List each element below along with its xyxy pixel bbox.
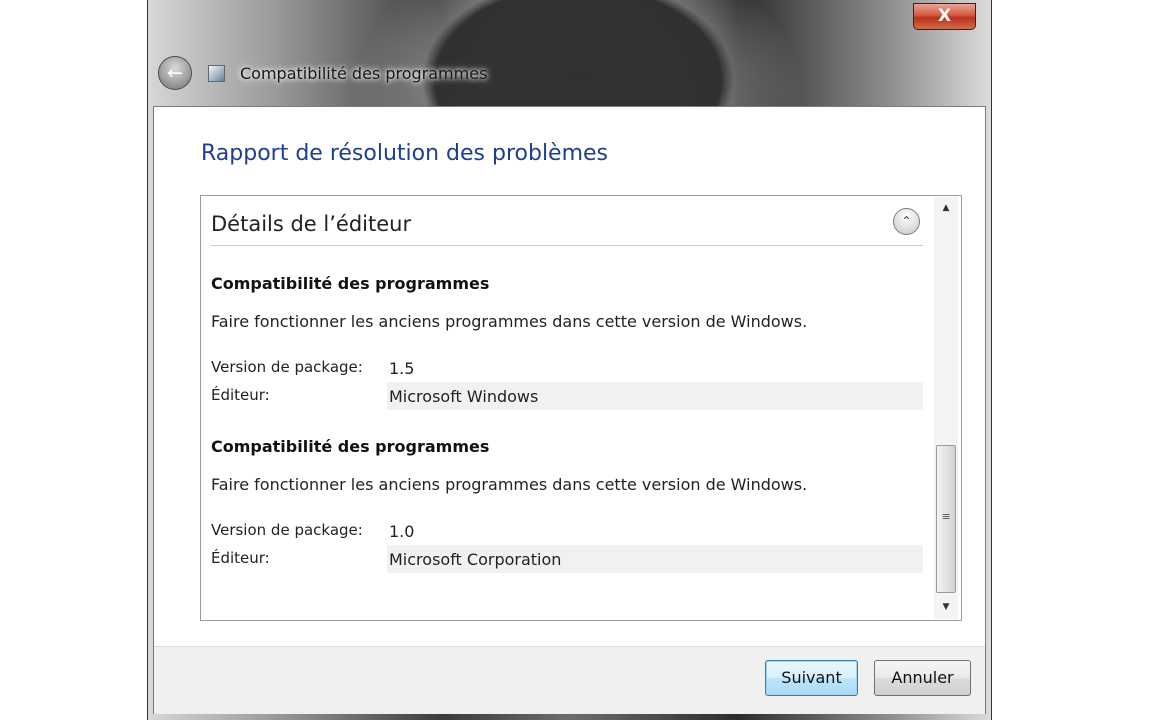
version-label: Version de package:: [211, 521, 363, 539]
page-heading: Rapport de résolution des problèmes: [201, 141, 609, 166]
version-value: 1.0: [389, 522, 415, 541]
window-title: Compatibilité des programmes: [240, 64, 488, 83]
publisher-label: Éditeur:: [211, 386, 270, 404]
collapse-section-button[interactable]: ⌃: [893, 208, 920, 235]
arrow-down-icon: ▼: [942, 602, 950, 612]
package-description: Faire fonctionner les anciens programmes…: [211, 312, 808, 331]
version-row: Version de package: 1.0: [211, 517, 923, 545]
version-value: 1.5: [389, 359, 415, 378]
scroll-down-button[interactable]: ▼: [934, 596, 958, 618]
close-button[interactable]: X: [913, 3, 976, 30]
publisher-row: Éditeur: Microsoft Corporation: [211, 545, 923, 573]
back-button[interactable]: ←: [158, 56, 192, 90]
publisher-label: Éditeur:: [211, 549, 270, 567]
next-button[interactable]: Suivant: [765, 660, 858, 696]
section-title: Détails de l’éditeur: [211, 212, 412, 236]
publisher-row: Éditeur: Microsoft Windows: [211, 382, 923, 410]
vertical-scrollbar[interactable]: ▲ ≡ ▼: [934, 197, 958, 619]
chevron-up-icon: ⌃: [901, 214, 912, 228]
grip-icon: ≡: [941, 510, 951, 523]
wizard-content: Rapport de résolution des problèmes Déta…: [153, 106, 986, 714]
report-panel: Détails de l’éditeur ⌃ Compatibilité des…: [200, 195, 962, 621]
cancel-button[interactable]: Annuler: [874, 660, 971, 696]
scroll-up-button[interactable]: ▲: [934, 197, 958, 219]
back-arrow-icon: ←: [167, 62, 183, 84]
arrow-up-icon: ▲: [942, 203, 950, 213]
version-label: Version de package:: [211, 358, 363, 376]
button-bar: Suivant Annuler: [154, 646, 985, 714]
scroll-thumb[interactable]: ≡: [936, 445, 956, 593]
publisher-value: Microsoft Windows: [389, 387, 539, 406]
version-row: Version de package: 1.5: [211, 354, 923, 382]
troubleshooter-window: X ← Compatibilité des programmes Rapport…: [147, 0, 992, 720]
section-divider: [211, 245, 923, 246]
program-compatibility-icon: [208, 65, 225, 82]
publisher-value: Microsoft Corporation: [389, 550, 562, 569]
package-description: Faire fonctionner les anciens programmes…: [211, 475, 808, 494]
package-entry: Compatibilité des programmes Faire fonct…: [211, 274, 923, 414]
package-entry: Compatibilité des programmes Faire fonct…: [211, 437, 923, 577]
package-name: Compatibilité des programmes: [211, 274, 490, 293]
package-name: Compatibilité des programmes: [211, 437, 490, 456]
